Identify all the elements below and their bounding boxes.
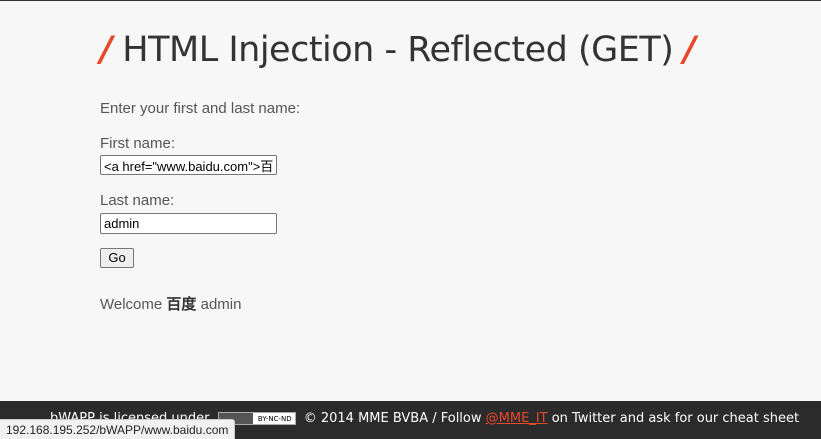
welcome-message: Welcome 百度 admin	[100, 293, 241, 314]
browser-status-bar-url: 192.168.195.252/bWAPP/www.baidu.com	[0, 419, 236, 439]
first-name-label: First name:	[100, 135, 176, 152]
title-slash-right: /	[683, 30, 696, 70]
form-intro: Enter your first and last name:	[100, 100, 301, 117]
page-title: / HTML Injection - Reflected (GET) /	[100, 30, 696, 70]
first-name-input[interactable]	[100, 155, 277, 175]
last-name-label: Last name:	[100, 192, 175, 209]
footer-suffix: on Twitter and ask for our cheat sheet	[551, 411, 800, 426]
welcome-text: Welcome	[100, 296, 163, 313]
welcome-last-name: admin	[200, 296, 242, 313]
footer-copyright: © 2014 MME BVBA / Follow	[303, 411, 482, 426]
injected-baidu-link[interactable]: 百度	[166, 296, 196, 313]
last-name-input[interactable]	[100, 213, 277, 234]
twitter-handle-link[interactable]: @MME_IT	[486, 411, 548, 426]
title-text: HTML Injection - Reflected (GET)	[122, 30, 674, 70]
title-slash-left: /	[100, 30, 113, 70]
top-border	[0, 0, 821, 1]
go-button[interactable]: Go	[100, 248, 134, 268]
